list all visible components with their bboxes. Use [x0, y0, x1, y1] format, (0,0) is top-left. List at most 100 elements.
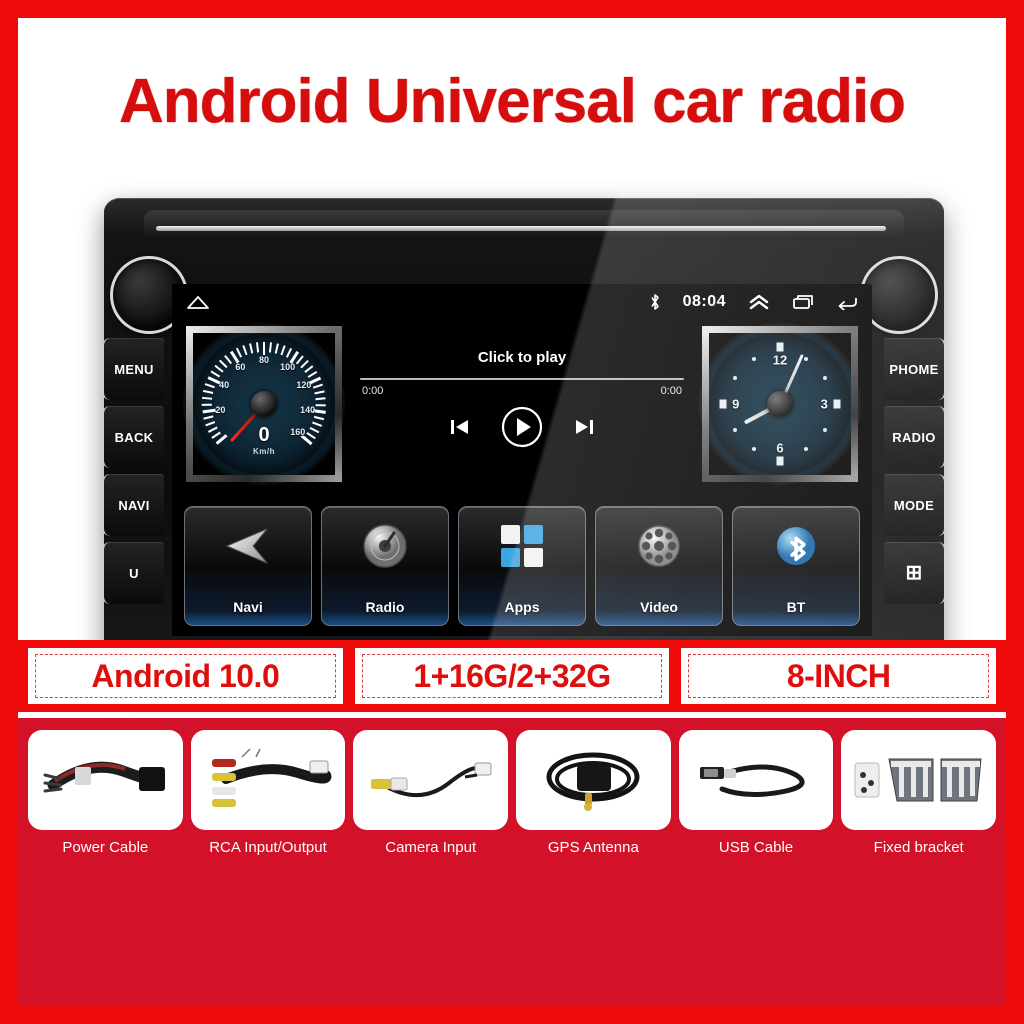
device-body: MENU BACK NAVI U PHOME RADIO MODE ⊞ 08:0… — [102, 198, 946, 678]
clock-hour-marker — [719, 399, 727, 409]
app-tile-navi[interactable]: Navi — [184, 506, 312, 626]
accessory-usb-cable-label: USB Cable — [718, 839, 794, 856]
speedometer-tick-label: 100 — [280, 361, 296, 372]
clock-hour-marker — [776, 342, 784, 352]
eject-button[interactable]: ⊞ — [884, 542, 946, 604]
accessory-power-cable-label: Power Cable — [62, 839, 149, 856]
speedometer-tick-label: 40 — [219, 380, 230, 391]
play-icon[interactable] — [500, 405, 544, 449]
u-button-label: U — [129, 565, 139, 581]
accessory-rca-cable: RCA Input/Output — [190, 730, 346, 856]
recents-icon[interactable] — [792, 294, 814, 310]
back-arrow-icon[interactable] — [836, 294, 858, 310]
u-button[interactable]: U — [102, 542, 164, 604]
previous-track-icon[interactable] — [448, 416, 472, 438]
navi-button-label: NAVI — [118, 497, 150, 513]
clock-minute-dot — [732, 376, 737, 380]
speedometer-unit: Km/h — [253, 446, 275, 456]
analog-clock-gauge[interactable]: 12 3 6 9 — [702, 326, 858, 482]
radio-button[interactable]: RADIO — [884, 406, 946, 468]
left-button-column: MENU BACK NAVI U — [102, 338, 164, 610]
menu-button-label: MENU — [114, 361, 154, 377]
seek-bar[interactable] — [360, 378, 684, 380]
device-top-bevel — [144, 210, 904, 240]
clock-minute-dot — [732, 428, 737, 432]
back-button-label: BACK — [114, 429, 154, 445]
clock-minute-dot — [804, 356, 808, 361]
speedometer-tick-label: 140 — [300, 404, 316, 415]
gps-antenna-image — [516, 730, 671, 830]
speedometer-tick-label: 60 — [235, 361, 246, 372]
duration-time: 0:00 — [660, 385, 682, 397]
accessory-camera-input-label: Camera Input — [385, 839, 477, 856]
spec-android-version: Android 10.0 — [28, 648, 343, 704]
app-tile-radio-label: Radio — [365, 599, 405, 615]
accessory-camera-input: Camera Input — [353, 730, 509, 856]
clock-numeral: 6 — [776, 440, 784, 456]
radio-button-label: RADIO — [892, 429, 936, 445]
navi-button[interactable]: NAVI — [102, 474, 164, 536]
accessory-fixed-bracket: Fixed bracket — [841, 730, 997, 856]
back-button[interactable]: BACK — [102, 406, 164, 468]
car-radio-device: MENU BACK NAVI U PHOME RADIO MODE ⊞ 08:0… — [86, 188, 956, 708]
device-chrome-strip — [156, 226, 886, 231]
right-button-column: PHOME RADIO MODE ⊞ — [884, 338, 946, 610]
player-title: Click to play — [477, 349, 567, 366]
apps-grid-icon — [499, 517, 545, 575]
app-tile-radio[interactable]: Radio — [321, 506, 449, 626]
accessory-rca-cable-label: RCA Input/Output — [209, 839, 327, 856]
film-reel-icon — [635, 517, 683, 575]
clock-minute-dot — [823, 376, 828, 380]
app-tile-row: Navi Radio Apps Video BT — [184, 506, 860, 626]
status-bar: 08:04 — [172, 284, 872, 320]
clock-hour-marker — [776, 456, 784, 466]
speedometer-value: 0 — [258, 423, 270, 446]
phome-button-label: PHOME — [889, 361, 939, 377]
navigation-arrow-icon — [223, 517, 273, 575]
home-icon[interactable] — [186, 294, 210, 310]
accessory-usb-cable: USB Cable — [678, 730, 834, 856]
speedometer-tick-label: 160 — [290, 427, 306, 438]
clock-minute-dot — [752, 356, 756, 361]
bluetooth-icon — [772, 517, 820, 575]
accessory-gps-antenna: GPS Antenna — [516, 730, 671, 856]
accessory-row: Power Cable RCA Input/Output Camera Inpu… — [18, 718, 1006, 1006]
clock-numeral: 3 — [820, 396, 828, 412]
spec-screen-size-label: 8-INCH — [688, 654, 990, 698]
page-title: Android Universal car radio — [118, 67, 906, 136]
app-tile-apps[interactable]: Apps — [458, 506, 586, 626]
clock-numeral: 12 — [772, 352, 788, 368]
app-tile-apps-label: Apps — [504, 599, 540, 615]
app-tile-navi-label: Navi — [233, 599, 263, 615]
chevron-up-icon[interactable] — [748, 294, 770, 310]
accessory-gps-antenna-label: GPS Antenna — [547, 839, 639, 856]
eject-icon: ⊞ — [905, 562, 923, 584]
mode-button-label: MODE — [893, 497, 935, 513]
phome-button[interactable]: PHOME — [884, 338, 946, 400]
touchscreen[interactable]: 08:04 0 Km/h 20 40 60 80 100 120 140 160… — [172, 284, 872, 636]
clock-hub — [767, 391, 793, 417]
spec-screen-size: 8-INCH — [681, 648, 997, 704]
menu-button[interactable]: MENU — [102, 338, 164, 400]
spec-memory: 1+16G/2+32G — [354, 648, 670, 704]
app-tile-video[interactable]: Video — [595, 506, 723, 626]
clock-minute-dot — [804, 447, 808, 452]
clock-numeral: 9 — [732, 396, 740, 412]
rca-cable-image — [190, 730, 346, 830]
app-tile-bt[interactable]: BT — [732, 506, 860, 626]
camera-cable-image — [353, 730, 509, 830]
speedometer-tick-label: 80 — [258, 355, 270, 365]
media-player: Click to play 0:00 0:00 — [350, 339, 694, 469]
usb-cable-image — [678, 730, 834, 830]
speedometer-hub — [251, 391, 277, 417]
speedometer-tick-label: 20 — [215, 404, 226, 415]
next-track-icon[interactable] — [572, 416, 596, 438]
app-tile-bt-label: BT — [786, 599, 806, 615]
mode-button[interactable]: MODE — [884, 474, 946, 536]
speedometer-tick-label: 120 — [296, 380, 312, 391]
spec-badge-row: Android 10.0 1+16G/2+32G 8-INCH — [18, 640, 1006, 712]
clock-hour-marker — [833, 399, 841, 409]
speedometer-gauge[interactable]: 0 Km/h 20 40 60 80 100 120 140 160 — [186, 326, 342, 482]
spec-memory-label: 1+16G/2+32G — [361, 654, 663, 698]
bluetooth-icon — [650, 294, 659, 310]
